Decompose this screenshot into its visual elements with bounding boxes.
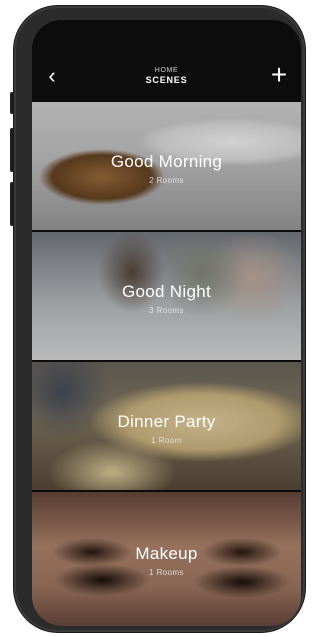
scene-label: Makeup 1 Rooms bbox=[32, 544, 301, 578]
app-screen: ‹ HOME SCENES + Good Morning 2 Rooms Goo… bbox=[32, 20, 301, 626]
scene-name: Dinner Party bbox=[117, 412, 216, 431]
breadcrumb: HOME bbox=[154, 67, 179, 74]
scene-room-count: 1 Rooms bbox=[149, 568, 184, 577]
scene-card-makeup[interactable]: Makeup 1 Rooms bbox=[32, 490, 301, 626]
scene-name: Makeup bbox=[135, 544, 198, 563]
scene-room-count: 3 Rooms bbox=[149, 306, 184, 315]
scene-card-dinner-party[interactable]: Dinner Party 1 Room bbox=[32, 360, 301, 492]
scene-name: Good Morning bbox=[110, 152, 223, 171]
scene-room-count: 1 Room bbox=[151, 436, 182, 445]
page-title: SCENES bbox=[145, 75, 188, 85]
scene-label: Good Morning 2 Rooms bbox=[32, 152, 301, 186]
scene-label: Good Night 3 Rooms bbox=[32, 282, 301, 316]
add-scene-plus-icon[interactable]: + bbox=[267, 61, 291, 89]
top-bar: ‹ HOME SCENES + bbox=[32, 20, 301, 102]
scene-room-count: 2 Rooms bbox=[149, 176, 184, 185]
scene-card-good-night[interactable]: Good Night 3 Rooms bbox=[32, 230, 301, 362]
header-title-group: HOME SCENES bbox=[32, 66, 301, 86]
scene-card-good-morning[interactable]: Good Morning 2 Rooms bbox=[32, 100, 301, 232]
scene-label: Dinner Party 1 Room bbox=[32, 412, 301, 446]
scene-name: Good Night bbox=[122, 282, 211, 301]
